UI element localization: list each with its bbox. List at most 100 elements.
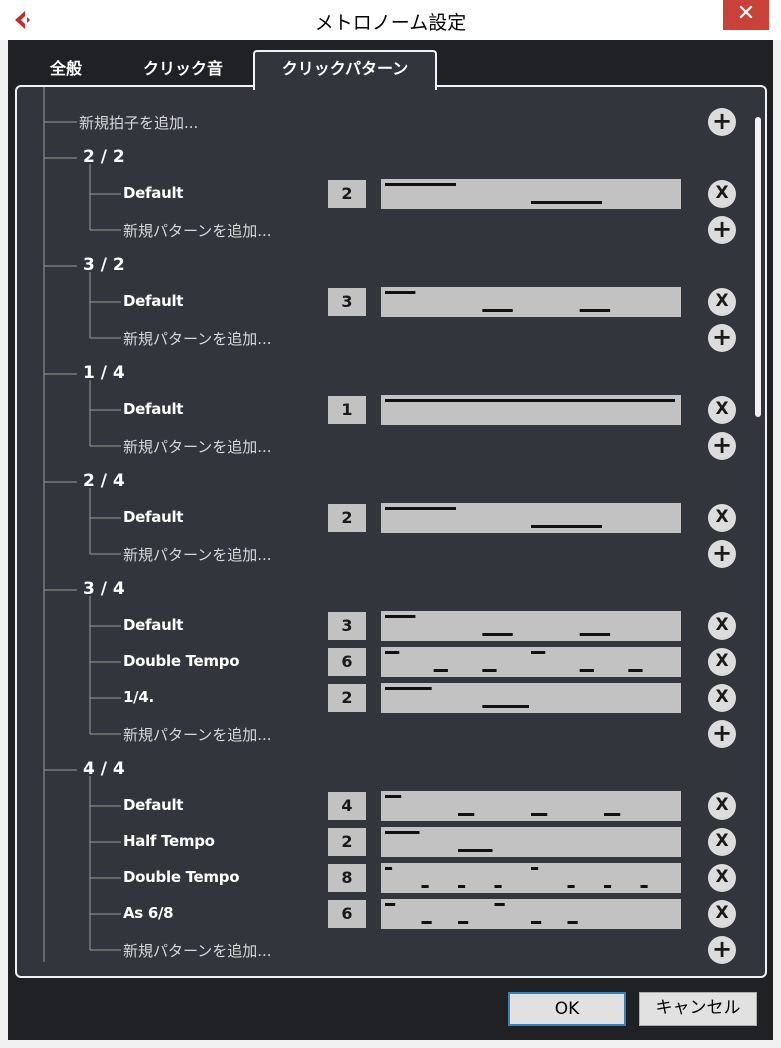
accent-click-mark [385,795,402,798]
accent-click-mark [385,507,456,510]
close-button[interactable]: ✕ [723,0,769,30]
click-mark [567,885,575,888]
click-count-field[interactable]: 2 [328,180,366,208]
click-count-field[interactable]: 8 [328,864,366,892]
click-mark [458,921,469,924]
click-mark [628,669,643,672]
accent-click-mark [494,903,505,906]
accent-click-mark [385,183,456,186]
click-count-field[interactable]: 6 [328,648,366,676]
click-count-field[interactable]: 3 [328,612,366,640]
click-pattern-editor[interactable] [381,647,681,677]
click-pattern-editor[interactable] [381,395,681,425]
delete-icon-button[interactable]: X [708,828,736,856]
delete-icon-button[interactable]: X [708,648,736,676]
add-icon-button[interactable]: + [708,432,736,460]
accent-click-mark [385,867,393,870]
pattern-name[interactable]: Default [123,184,183,202]
accent-click-mark [385,651,400,654]
accent-click-mark [531,651,546,654]
click-pattern-editor[interactable] [381,503,681,533]
pattern-name[interactable]: As 6/8 [123,904,174,922]
click-pattern-editor[interactable] [381,899,681,929]
add-icon-button[interactable]: + [708,216,736,244]
ok-button[interactable]: OK [508,992,626,1026]
accent-click-mark [385,399,675,402]
click-mark [458,813,475,816]
click-pattern-editor[interactable] [381,683,681,713]
click-pattern-editor[interactable] [381,179,681,209]
click-count-field[interactable]: 3 [328,288,366,316]
tab-click-pattern[interactable]: クリックパターン [253,50,437,90]
click-mark [579,669,594,672]
click-mark [567,921,578,924]
pattern-name[interactable]: Double Tempo [123,652,240,670]
click-mark [458,885,466,888]
click-pattern-editor[interactable] [381,791,681,821]
click-mark [531,525,602,528]
add-icon-button[interactable]: + [708,324,736,352]
click-count-field[interactable]: 4 [328,792,366,820]
pattern-name[interactable]: Default [123,292,183,310]
time-signature-label: 3 / 4 [83,579,125,599]
add-pattern-label[interactable]: 新規パターンを追加... [123,436,272,457]
add-icon-button[interactable]: + [708,936,736,964]
click-mark [482,669,497,672]
add-icon-button[interactable]: + [708,720,736,748]
tab-click-sound[interactable]: クリック音 [128,53,238,87]
tab-general[interactable]: 全般 [32,53,100,87]
add-pattern-label[interactable]: 新規パターンを追加... [123,328,272,349]
accent-click-mark [385,615,416,618]
click-pattern-editor[interactable] [381,827,681,857]
delete-icon-button[interactable]: X [708,504,736,532]
click-count-field[interactable]: 2 [328,504,366,532]
add-pattern-label[interactable]: 新規パターンを追加... [123,544,272,565]
accent-click-mark [385,291,416,294]
window-title: メトロノーム設定 [314,12,467,34]
delete-icon-button[interactable]: X [708,612,736,640]
click-count-field[interactable]: 2 [328,684,366,712]
add-pattern-label[interactable]: 新規パターンを追加... [123,940,272,961]
scrollbar[interactable] [755,117,761,417]
add-pattern-label[interactable]: 新規パターンを追加... [123,724,272,745]
delete-icon-button[interactable]: X [708,900,736,928]
pattern-name[interactable]: Half Tempo [123,832,215,850]
click-mark [531,813,548,816]
accent-click-mark [385,903,396,906]
click-mark [604,885,612,888]
accent-click-mark [385,831,420,834]
click-count-field[interactable]: 6 [328,900,366,928]
click-mark [458,849,493,852]
click-count-field[interactable]: 1 [328,396,366,424]
click-mark [494,885,502,888]
click-mark [531,921,542,924]
cancel-button[interactable]: キャンセル [639,992,757,1026]
pattern-name[interactable]: Default [123,508,183,526]
pattern-name[interactable]: Default [123,616,183,634]
add-icon-button[interactable]: + [708,540,736,568]
click-mark [482,309,513,312]
pattern-name[interactable]: Double Tempo [123,868,240,886]
add-pattern-label[interactable]: 新規パターンを追加... [123,220,272,241]
delete-icon-button[interactable]: X [708,792,736,820]
delete-icon-button[interactable]: X [708,180,736,208]
pattern-name[interactable]: 1/4. [123,688,154,706]
click-mark [604,813,621,816]
time-signature-label: 1 / 4 [83,363,125,383]
add-icon-button[interactable]: + [708,108,736,136]
click-mark [640,885,648,888]
pattern-name[interactable]: Default [123,796,183,814]
click-mark [421,885,429,888]
click-mark [579,633,611,636]
delete-icon-button[interactable]: X [708,684,736,712]
click-count-field[interactable]: 2 [328,828,366,856]
add-signature-label[interactable]: 新規拍子を追加... [79,112,198,133]
metronome-settings-dialog: メトロノーム設定 ✕ 全般 クリック音 クリックパターン 新規拍子を追加... +… [0,0,781,1048]
click-pattern-editor[interactable] [381,863,681,893]
click-pattern-editor[interactable] [381,611,681,641]
delete-icon-button[interactable]: X [708,864,736,892]
delete-icon-button[interactable]: X [708,288,736,316]
pattern-name[interactable]: Default [123,400,183,418]
delete-icon-button[interactable]: X [708,396,736,424]
click-pattern-editor[interactable] [381,287,681,317]
